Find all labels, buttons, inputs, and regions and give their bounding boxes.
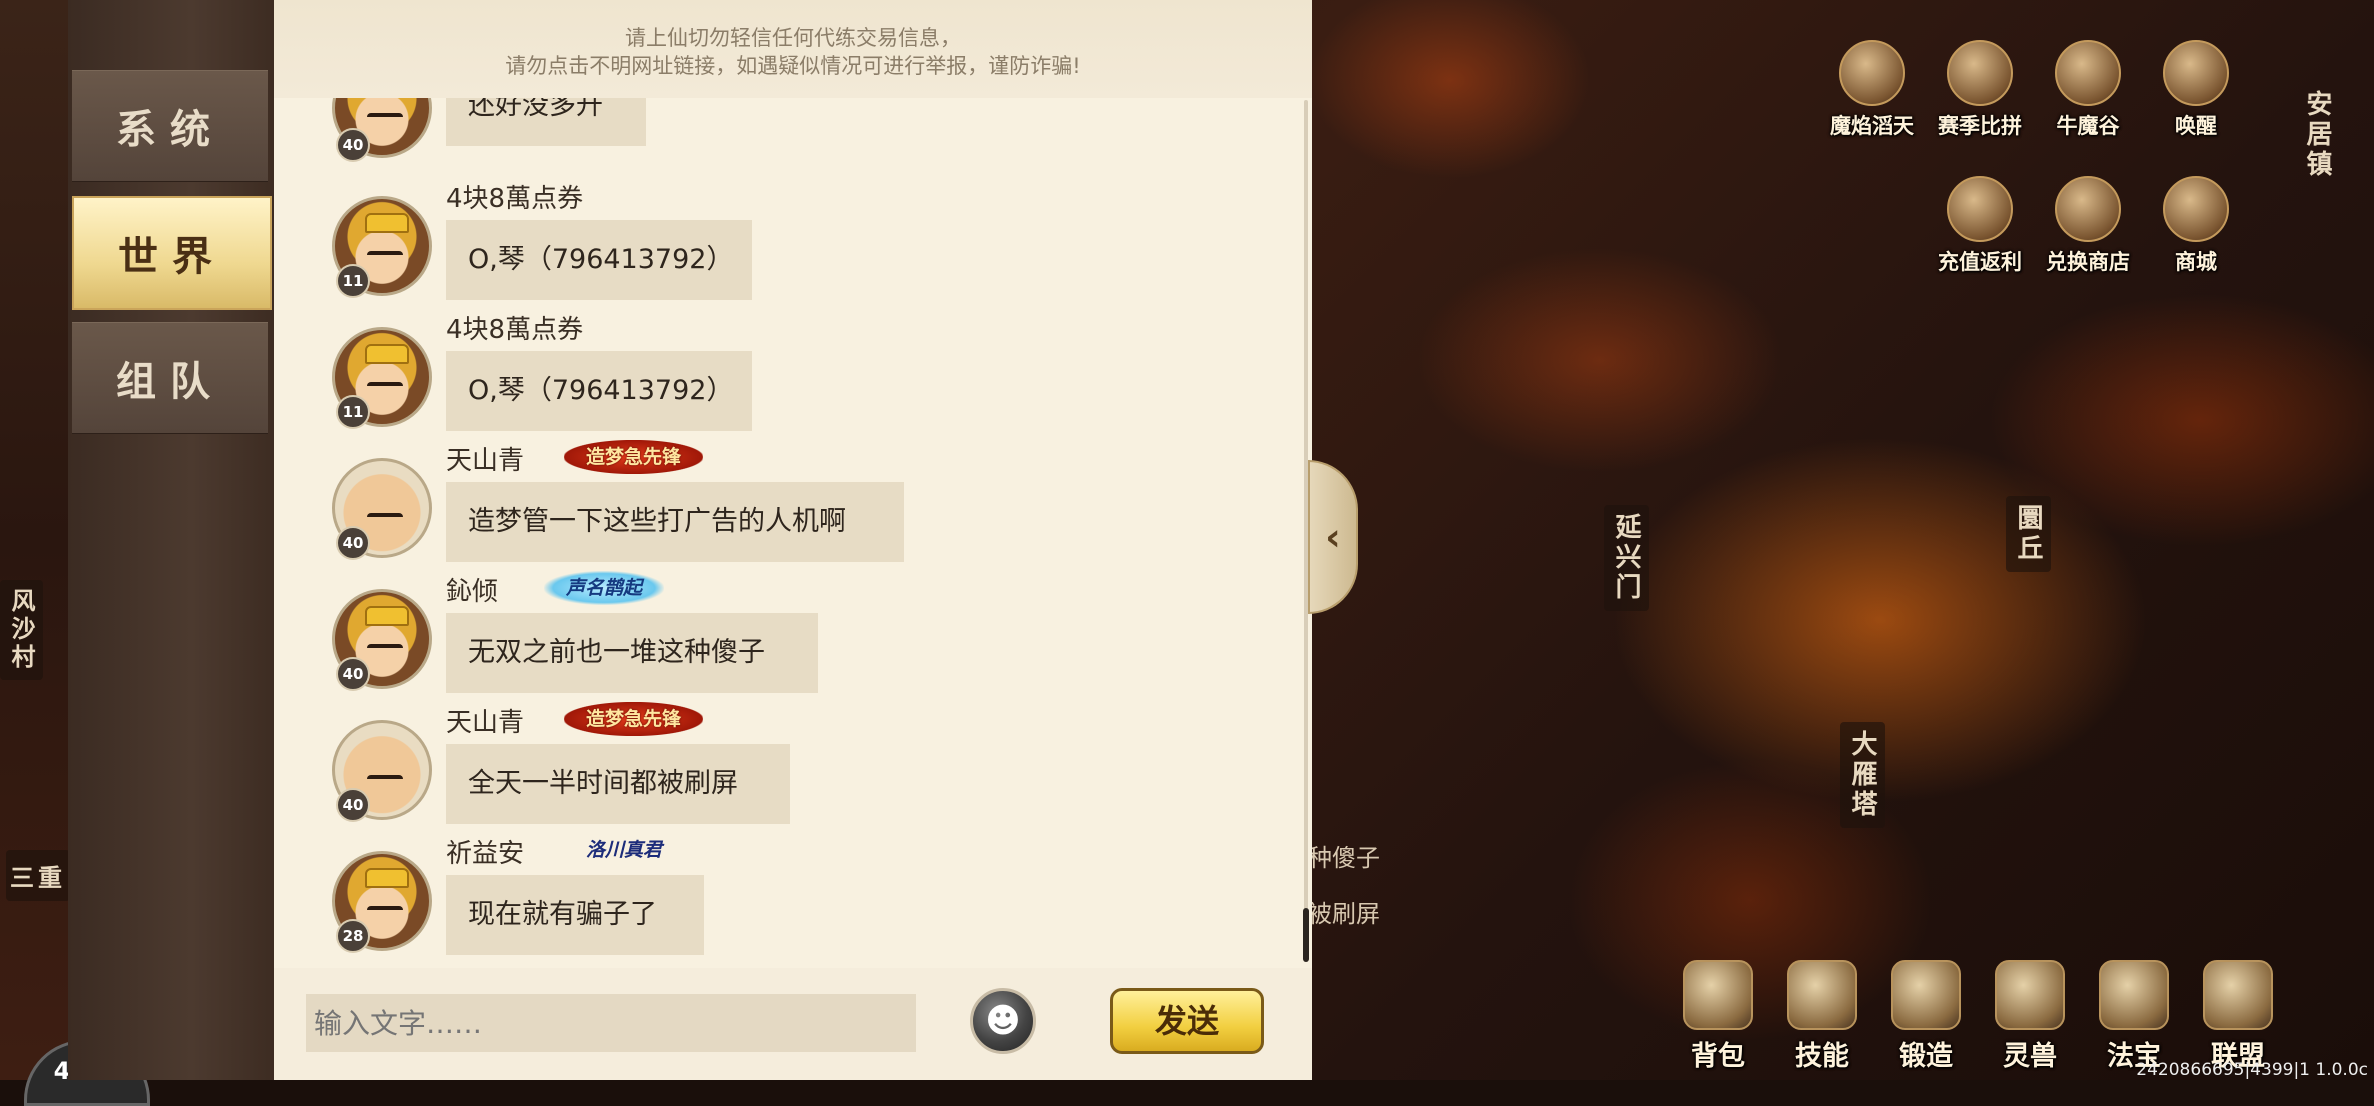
chat-message: 40 天山青 造梦急先锋 全天一半时间都被刷屏 bbox=[274, 702, 1274, 834]
message-bubble: 无双之前也一堆这种傻子 bbox=[446, 613, 818, 693]
forge-button[interactable]: 锻造 bbox=[1876, 960, 1976, 1072]
sender-name[interactable]: 天山青 bbox=[446, 702, 524, 739]
artifact-button[interactable]: 法宝 bbox=[2084, 960, 2184, 1072]
mall-button[interactable]: 商城 bbox=[2146, 176, 2246, 286]
message-bubble: 造梦管一下这些打广告的人机啊 bbox=[446, 482, 904, 562]
player-title-badge: 造梦急先锋 bbox=[564, 702, 704, 736]
bag-icon bbox=[1683, 960, 1753, 1030]
chat-panel: 请上仙切勿轻信任何代练交易信息， 请勿点击不明网址链接，如遇疑似情况可进行举报，… bbox=[274, 0, 1312, 1080]
anvil-icon bbox=[1891, 960, 1961, 1030]
skills-button[interactable]: 技能 bbox=[1772, 960, 1872, 1072]
level-badge: 40 bbox=[336, 657, 370, 691]
flame-event-icon bbox=[1839, 40, 1905, 106]
level-badge: 40 bbox=[336, 526, 370, 560]
player-title-badge: 洛川真君 bbox=[586, 839, 663, 861]
moyantaotian-button[interactable]: 魔焰滔天 bbox=[1822, 40, 1922, 150]
map-label-dayanta[interactable]: 大雁塔 bbox=[1840, 722, 1885, 828]
beast-icon bbox=[1995, 960, 2065, 1030]
version-text: 2420866695|4399|1 1.0.0c bbox=[2136, 1060, 2368, 1080]
message-bubble: 全天一半时间都被刷屏 bbox=[446, 744, 790, 824]
emoji-icon[interactable]: ☻ bbox=[970, 988, 1036, 1054]
recharge-rebate-button[interactable]: 充值返利 bbox=[1930, 176, 2030, 286]
send-button[interactable]: 发送 bbox=[1110, 988, 1264, 1054]
scroll-icon bbox=[2055, 40, 2121, 106]
map-label-yanxingmen[interactable]: 延兴门 bbox=[1604, 505, 1649, 611]
safety-notice: 请上仙切勿轻信任何代练交易信息， 请勿点击不明网址链接，如遇疑似情况可进行举报，… bbox=[274, 0, 1312, 98]
chat-preview[interactable]: 种傻子 被刷屏 bbox=[1308, 830, 1380, 942]
chat-message: 11 4块8萬点券 O,琴（796413792） bbox=[274, 178, 1274, 310]
banner-icon bbox=[2203, 960, 2273, 1030]
notice-line-2: 请勿点击不明网址链接，如遇疑似情况可进行举报，谨防诈骗! bbox=[505, 54, 1081, 78]
season-contest-button[interactable]: 赛季比拼 bbox=[1930, 40, 2030, 150]
exchange-shop-button[interactable]: 兑换商店 bbox=[2038, 176, 2138, 286]
bag-button[interactable]: 背包 bbox=[1668, 960, 1768, 1072]
player-title-badge: 声名鹊起 bbox=[544, 571, 665, 605]
level-badge: 40 bbox=[336, 128, 370, 162]
message-list[interactable]: 40 还好没多升 11 4块8萬点券 O,琴（796413792） 11 4块8… bbox=[274, 98, 1294, 968]
awaken-button[interactable]: 唤醒 bbox=[2146, 40, 2246, 150]
player-title-badge: 造梦急先锋 bbox=[564, 440, 704, 474]
season-icon bbox=[1947, 40, 2013, 106]
message-bubble: 还好没多升 bbox=[446, 98, 646, 146]
map-label-sanchong: 三重 bbox=[6, 850, 70, 901]
level-badge: 11 bbox=[336, 264, 370, 298]
chat-message: 28 祈益安 洛川真君 现在就有骗子了 bbox=[274, 833, 1274, 965]
notice-line-1: 请上仙切勿轻信任何代练交易信息， bbox=[625, 26, 961, 50]
sender-name[interactable]: 鈊倾 bbox=[446, 571, 498, 608]
sender-name[interactable]: 4块8萬点券 bbox=[446, 178, 583, 215]
skills-book-icon bbox=[1787, 960, 1857, 1030]
treasure-icon bbox=[1947, 176, 2013, 242]
location-name: 安居镇 bbox=[2302, 90, 2332, 180]
scrollbar-thumb[interactable] bbox=[1303, 908, 1309, 962]
channel-sidebar: 系统 世界 组队 bbox=[68, 0, 274, 1080]
map-label-fengshacun[interactable]: 风沙村 bbox=[0, 580, 43, 680]
tab-system[interactable]: 系统 bbox=[72, 70, 268, 182]
message-bubble: O,琴（796413792） bbox=[446, 220, 752, 300]
shop-icon bbox=[2055, 176, 2121, 242]
sender-name[interactable]: 4块8萬点券 bbox=[446, 309, 583, 346]
tab-world[interactable]: 世界 bbox=[72, 196, 272, 310]
map-left-edge bbox=[0, 0, 68, 1080]
spirit-beast-button[interactable]: 灵兽 bbox=[1980, 960, 2080, 1072]
alliance-button[interactable]: 联盟 bbox=[2188, 960, 2288, 1072]
level-badge: 11 bbox=[336, 395, 370, 429]
chat-input[interactable] bbox=[306, 994, 916, 1052]
message-bubble: O,琴（796413792） bbox=[446, 351, 752, 431]
niumogu-button[interactable]: 牛魔谷 bbox=[2038, 40, 2138, 150]
sender-name[interactable]: 天山青 bbox=[446, 440, 524, 477]
message-bubble: 现在就有骗子了 bbox=[446, 875, 704, 955]
sender-name[interactable]: 祈益安 bbox=[446, 833, 524, 870]
input-bar: ☻ 发送 bbox=[274, 968, 1312, 1080]
level-badge: 40 bbox=[336, 788, 370, 822]
chat-message: 40 天山青 造梦急先锋 造梦管一下这些打广告的人机啊 bbox=[274, 440, 1274, 572]
chat-message: 40 鈊倾 声名鹊起 无双之前也一堆这种傻子 bbox=[274, 571, 1274, 703]
gourd-icon bbox=[2099, 960, 2169, 1030]
chat-message: 11 4块8萬点券 O,琴（796413792） bbox=[274, 309, 1274, 441]
map-label-yuanqiu[interactable]: 圜丘 bbox=[2006, 496, 2051, 572]
level-badge: 28 bbox=[336, 919, 370, 953]
tab-team[interactable]: 组队 bbox=[72, 322, 268, 434]
chat-message: 40 还好没多升 bbox=[274, 98, 1274, 178]
horn-icon bbox=[2163, 40, 2229, 106]
mall-icon bbox=[2163, 176, 2229, 242]
